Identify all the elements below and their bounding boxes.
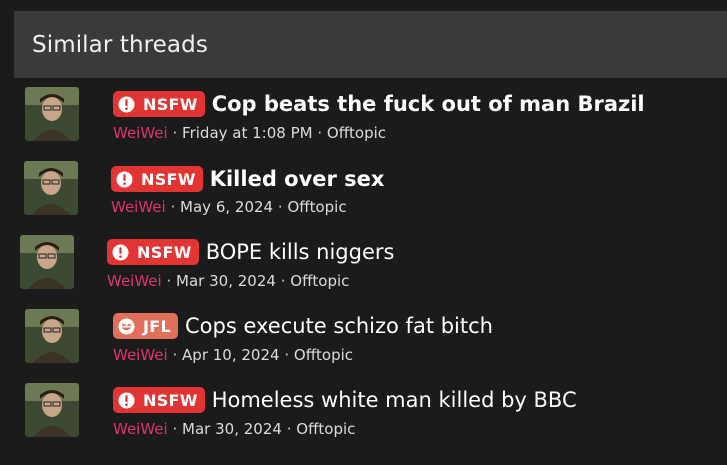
nsfw-badge[interactable]: NSFW	[107, 239, 199, 265]
thread-item: NSFW BOPE kills niggers WeiWei · Mar 30,…	[0, 234, 727, 304]
thread-date: May 6, 2024	[180, 198, 274, 216]
thread-date: Apr 10, 2024	[182, 346, 280, 364]
avatar[interactable]	[25, 87, 79, 141]
thread-meta: WeiWei · Friday at 1:08 PM · Offtopic	[113, 124, 386, 142]
laughing-face-icon	[118, 317, 135, 335]
thread-meta: WeiWei · Mar 30, 2024 · Offtopic	[113, 420, 355, 438]
badge-label: NSFW	[143, 390, 198, 410]
separator: ·	[172, 346, 178, 364]
separator: ·	[286, 420, 292, 438]
forum-link[interactable]: Offtopic	[296, 420, 355, 438]
avatar[interactable]	[25, 383, 79, 437]
separator: ·	[172, 420, 178, 438]
separator: ·	[277, 198, 283, 216]
thread-link[interactable]: Killed over sex	[210, 167, 385, 191]
jfl-badge[interactable]: JFL	[113, 313, 178, 339]
thread-title-line: NSFW Killed over sex	[111, 166, 384, 192]
separator: ·	[280, 272, 286, 290]
forum-link[interactable]: Offtopic	[327, 124, 386, 142]
nsfw-badge[interactable]: NSFW	[111, 166, 203, 192]
author-link[interactable]: WeiWei	[113, 420, 168, 438]
thread-item: NSFW Killed over sex WeiWei · May 6, 202…	[0, 160, 727, 230]
thread-date: Friday at 1:08 PM	[182, 124, 313, 142]
thread-meta: WeiWei · Apr 10, 2024 · Offtopic	[113, 346, 353, 364]
alert-circle-icon	[118, 391, 135, 409]
badge-label: NSFW	[143, 94, 198, 114]
thread-link[interactable]: Cop beats the fuck out of man Brazil	[212, 92, 645, 116]
separator: ·	[284, 346, 290, 364]
thread-item: NSFW Homeless white man killed by BBC We…	[0, 382, 727, 452]
badge-label: NSFW	[137, 242, 192, 262]
thread-link[interactable]: Homeless white man killed by BBC	[212, 388, 577, 412]
avatar[interactable]	[25, 309, 79, 363]
separator: ·	[317, 124, 323, 142]
nsfw-badge[interactable]: NSFW	[113, 91, 205, 117]
nsfw-badge[interactable]: NSFW	[113, 387, 205, 413]
avatar[interactable]	[24, 161, 78, 215]
similar-threads-header: Similar threads	[14, 11, 727, 78]
thread-date: Mar 30, 2024	[182, 420, 282, 438]
alert-circle-icon	[116, 170, 133, 188]
thread-title-line: NSFW Homeless white man killed by BBC	[113, 387, 577, 413]
thread-title-line: NSFW Cop beats the fuck out of man Brazi…	[113, 91, 645, 117]
forum-link[interactable]: Offtopic	[290, 272, 349, 290]
badge-label: JFL	[143, 316, 171, 336]
alert-circle-icon	[112, 243, 129, 261]
thread-item: NSFW Cop beats the fuck out of man Brazi…	[0, 86, 727, 156]
thread-title-line: JFL Cops execute schizo fat bitch	[113, 313, 493, 339]
alert-circle-icon	[118, 95, 135, 113]
separator: ·	[170, 198, 176, 216]
separator: ·	[172, 124, 178, 142]
thread-title-line: NSFW BOPE kills niggers	[107, 239, 394, 265]
author-link[interactable]: WeiWei	[113, 346, 168, 364]
thread-item: JFL Cops execute schizo fat bitch WeiWei…	[0, 308, 727, 378]
separator: ·	[166, 272, 172, 290]
thread-date: Mar 30, 2024	[176, 272, 276, 290]
thread-link[interactable]: BOPE kills niggers	[206, 240, 395, 264]
author-link[interactable]: WeiWei	[111, 198, 166, 216]
author-link[interactable]: WeiWei	[107, 272, 162, 290]
panel-title: Similar threads	[32, 31, 208, 58]
avatar[interactable]	[20, 235, 74, 289]
thread-meta: WeiWei · Mar 30, 2024 · Offtopic	[107, 272, 349, 290]
thread-link[interactable]: Cops execute schizo fat bitch	[185, 314, 493, 338]
thread-meta: WeiWei · May 6, 2024 · Offtopic	[111, 198, 347, 216]
badge-label: NSFW	[141, 169, 196, 189]
forum-link[interactable]: Offtopic	[287, 198, 346, 216]
forum-link[interactable]: Offtopic	[294, 346, 353, 364]
author-link[interactable]: WeiWei	[113, 124, 168, 142]
